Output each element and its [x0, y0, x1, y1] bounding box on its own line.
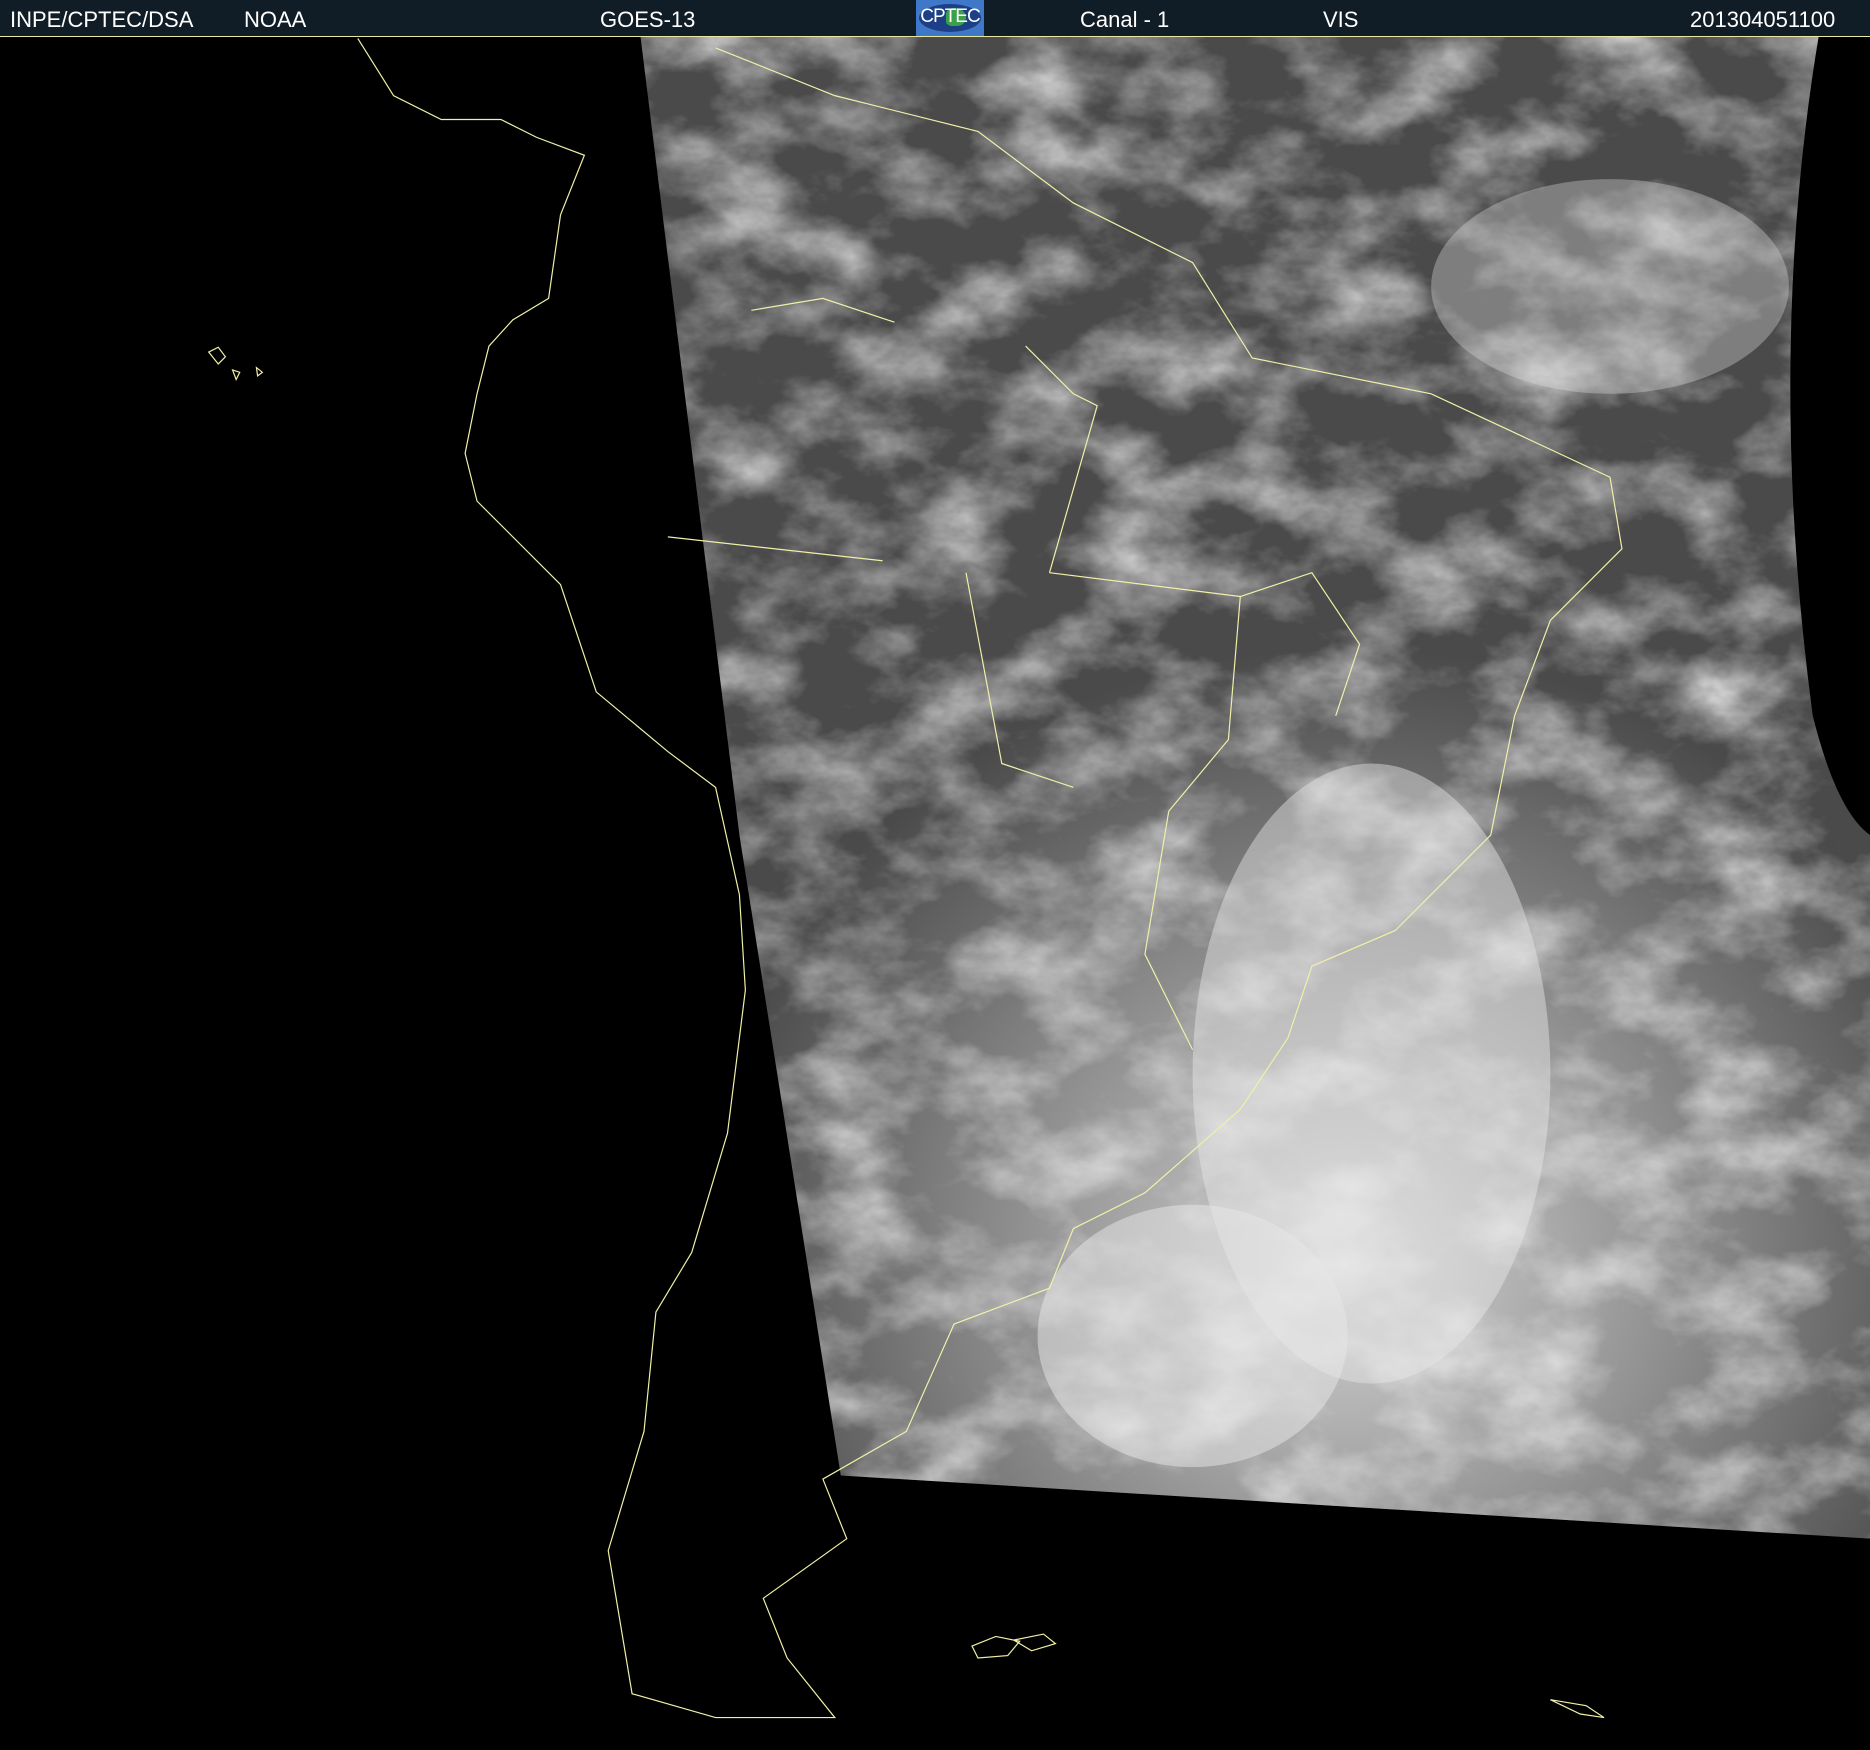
- channel-label: Canal - 1: [1080, 7, 1170, 32]
- timestamp-label: 201304051100: [1690, 7, 1836, 32]
- satellite-label: GOES-13: [600, 7, 696, 32]
- band-label: VIS: [1323, 7, 1359, 32]
- institution-label: INPE/CPTEC/DSA: [10, 7, 194, 32]
- agency-label: NOAA: [244, 7, 307, 32]
- cptec-logo: CPTEC: [916, 0, 984, 36]
- image-header-bar: INPE/CPTEC/DSA NOAA GOES-13 CPTEC Canal …: [0, 0, 1870, 37]
- satellite-image: [0, 0, 1870, 1750]
- logo-text: CPTEC: [920, 6, 980, 27]
